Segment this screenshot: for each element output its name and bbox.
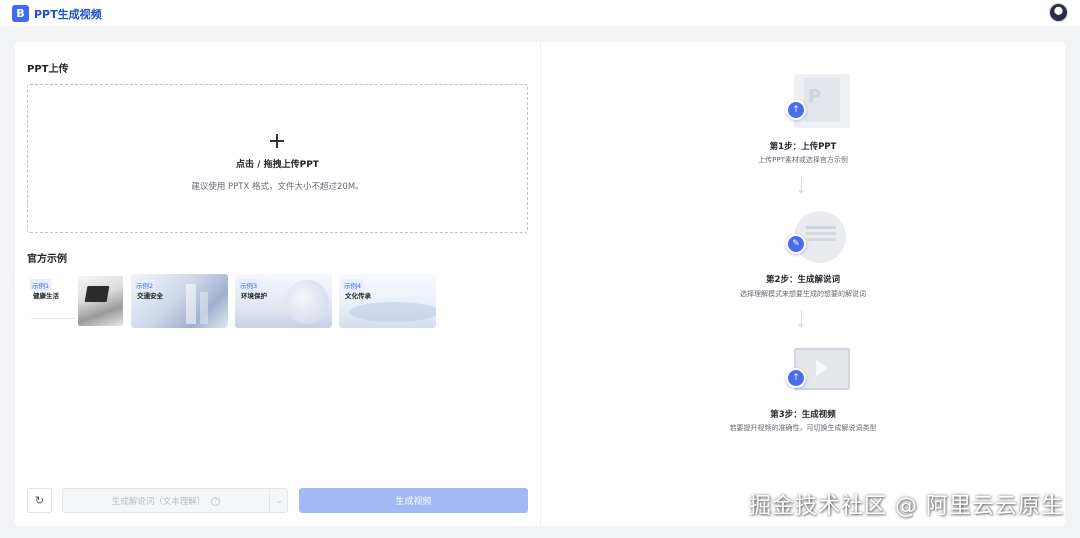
plus-icon (270, 134, 284, 148)
divider (269, 489, 270, 512)
step-2-illustration: ✎ (786, 208, 850, 266)
step-3-title: 第3步：生成视频 (770, 410, 836, 420)
action-bar: ↻ 生成解说词（文本理解）? ⌄ 生成视频 (27, 488, 528, 513)
example-name: 健康生活 (33, 292, 59, 300)
refresh-button[interactable]: ↻ (27, 488, 52, 513)
user-avatar[interactable] (1049, 3, 1068, 22)
step-2-desc: 选择理解模式来想要生成的想要的解说词 (740, 290, 866, 298)
example-thumbnail (186, 284, 196, 324)
mode-select-label: 生成解说词（文本理解） (111, 496, 206, 507)
example-name: 环境保护 (241, 292, 267, 300)
steps-panel: P ↑ 第1步：上传PPT 上传PPT素材或选择官方示例 ✎ 第2步：生成解说词… (541, 42, 1065, 526)
step-arrow-icon (798, 176, 804, 194)
upload-icon: ↑ (786, 100, 806, 120)
step-arrow-icon (798, 310, 804, 328)
step-1-title: 第1步：上传PPT (769, 142, 837, 152)
examples-section-title: 官方示例 (27, 254, 67, 265)
example-thumbnail-detail (200, 292, 208, 324)
left-panel: PPT上传 点击 / 拖拽上传PPT 建议使用 PPTX 格式，文件大小不超过2… (15, 42, 540, 526)
upload-section-title: PPT上传 (27, 64, 69, 75)
main-panel: PPT上传 点击 / 拖拽上传PPT 建议使用 PPTX 格式，文件大小不超过2… (15, 42, 1065, 526)
app-logo-icon[interactable]: B (12, 5, 29, 22)
top-bar: B PPT生成视频 (0, 0, 1080, 26)
step-1-desc: 上传PPT素材或选择官方示例 (758, 156, 848, 164)
mode-select[interactable]: 生成解说词（文本理解）? ⌄ (62, 488, 288, 513)
pen-icon: ✎ (786, 234, 806, 254)
example-card-4[interactable]: 示例4 文化传承 (339, 274, 436, 328)
ppt-file-icon: P (808, 86, 822, 107)
example-card-1[interactable]: 示例1 健康生活 (27, 274, 124, 328)
example-name: 文化传承 (345, 292, 371, 300)
divider (31, 318, 75, 319)
chevron-down-icon[interactable]: ⌄ (276, 496, 283, 505)
step-2-title: 第2步：生成解说词 (766, 275, 840, 285)
example-card-3[interactable]: 示例3 环境保护 (235, 274, 332, 328)
example-thumbnail (285, 280, 329, 324)
upload-main-text: 点击 / 拖拽上传PPT (236, 160, 319, 170)
upload-hint-text: 建议使用 PPTX 格式，文件大小不超过20M。 (191, 182, 364, 192)
step-3-illustration: ↑ (786, 342, 850, 400)
app-title: PPT生成视频 (34, 8, 102, 21)
refresh-icon: ↻ (34, 494, 45, 507)
watermark: 掘金技术社区 @ 阿里云云原生 (749, 494, 1064, 519)
example-name: 交通安全 (137, 292, 163, 300)
text-lines-icon (806, 226, 836, 229)
generate-video-button[interactable]: 生成视频 (299, 488, 528, 513)
upload-dropzone[interactable]: 点击 / 拖拽上传PPT 建议使用 PPTX 格式，文件大小不超过20M。 (27, 84, 528, 233)
step-3-desc: 若要提升视频的准确性，可切换生成解说词类型 (729, 424, 877, 432)
help-icon[interactable]: ? (211, 496, 221, 506)
example-card-2[interactable]: 示例2 交通安全 (131, 274, 228, 328)
upload-icon: ↑ (786, 368, 806, 388)
example-thumbnail (349, 302, 436, 322)
laptop-image (84, 286, 110, 302)
mode-select-value: 生成解说词（文本理解）? (63, 495, 269, 507)
play-icon (816, 360, 828, 376)
step-1-illustration: P ↑ (786, 74, 850, 132)
